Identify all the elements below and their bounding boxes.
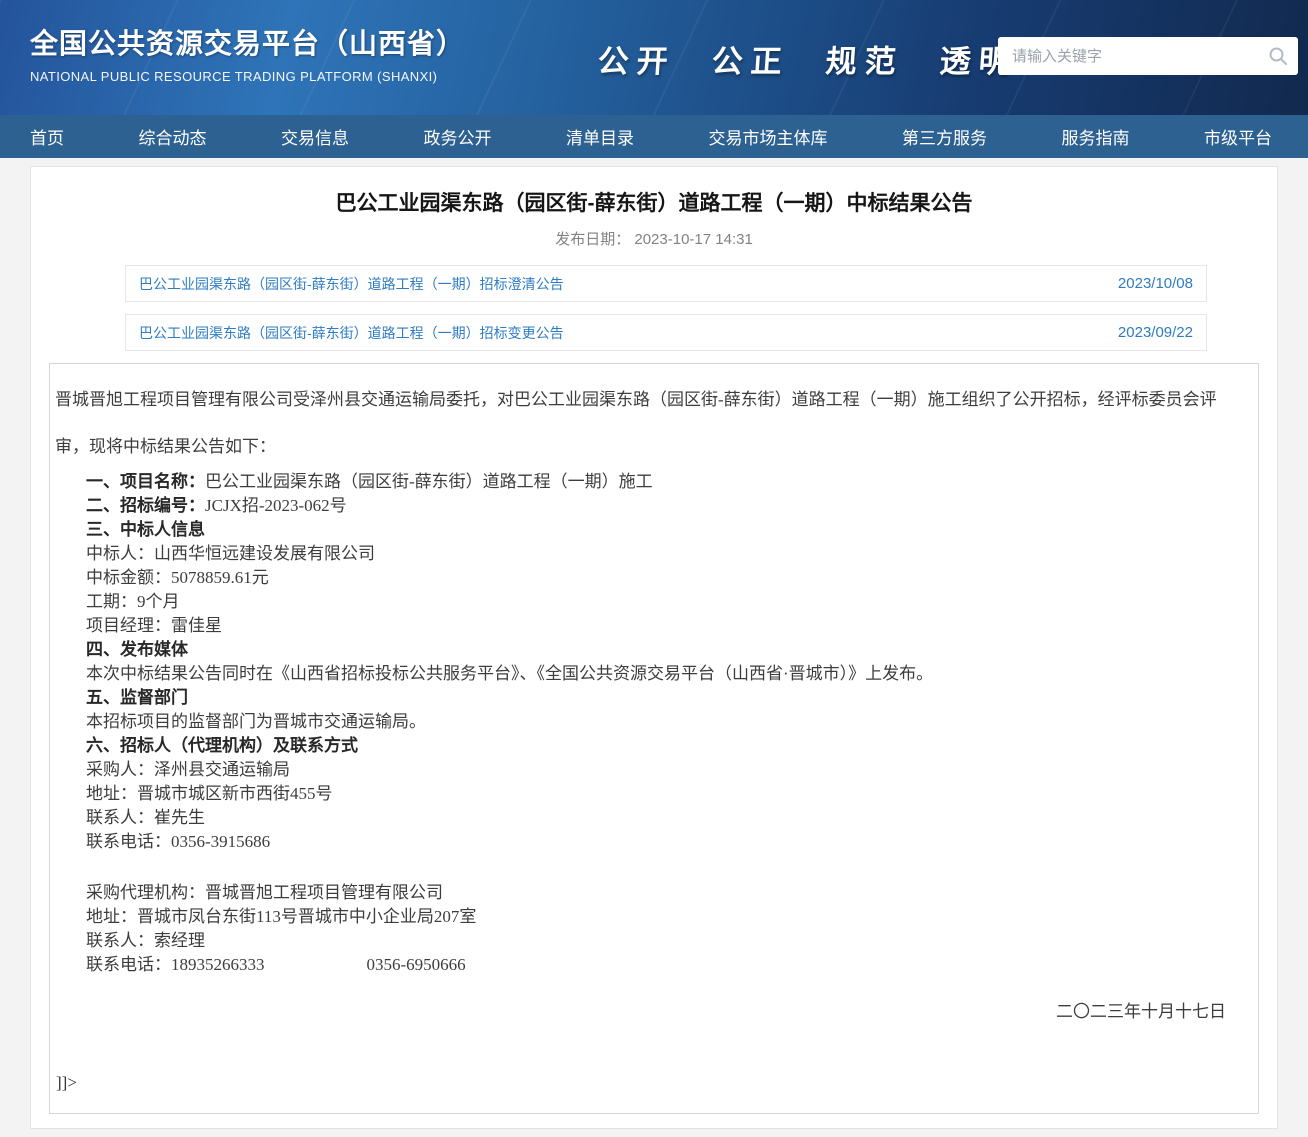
- slogan-word: 公正: [710, 36, 791, 81]
- site-header: 全国公共资源交易平台（山西省） NATIONAL PUBLIC RESOURCE…: [0, 0, 1308, 115]
- body-line: 项目经理：雷佳星: [54, 614, 1250, 638]
- body-lines: 一、项目名称：巴公工业园渠东路（园区街-薛东街）道路工程（一期）施工二、招标编号…: [54, 470, 1250, 977]
- body-line-text: 采购代理机构：晋城晋旭工程项目管理有限公司: [86, 883, 443, 902]
- body-line-text: 地址：晋城市凤台东街113号晋城市中小企业局207室: [86, 907, 476, 926]
- related-announcement-row: 巴公工业园渠东路（园区街-薛东街）道路工程（一期）招标变更公告 2023/09/2…: [125, 314, 1207, 351]
- body-line: 采购人：泽州县交通运输局: [54, 758, 1250, 782]
- body-line: 地址：晋城市城区新市西街455号: [54, 782, 1250, 806]
- nav-item-9[interactable]: 市级平台: [1204, 124, 1272, 149]
- body-line-text: 巴公工业园渠东路（园区街-薛东街）道路工程（一期）施工: [205, 472, 653, 491]
- search-icon[interactable]: [1268, 46, 1288, 66]
- body-line: 联系电话：0356-3915686: [54, 830, 1250, 854]
- body-line-text: 联系人：崔先生: [86, 808, 205, 827]
- body-line-text: 中标金额：5078859.61元: [86, 568, 269, 587]
- body-line: 工期：9个月: [54, 590, 1250, 614]
- search-input[interactable]: [1012, 48, 1268, 65]
- related-announcements: 巴公工业园渠东路（园区街-薛东街）道路工程（一期）招标澄清公告 2023/10/0…: [125, 265, 1207, 351]
- body-line-text: 本招标项目的监督部门为晋城市交通运输局。: [86, 712, 426, 731]
- nav-item-1[interactable]: 首页: [30, 124, 64, 149]
- body-line: 地址：晋城市凤台东街113号晋城市中小企业局207室: [54, 905, 1250, 929]
- publish-date-value: 2023-10-17 14:31: [634, 231, 752, 248]
- body-line-text: 联系人：索经理: [86, 931, 205, 950]
- body-line: 本次中标结果公告同时在《山西省招标投标公共服务平台》、《全国公共资源交易平台（山…: [54, 662, 1250, 686]
- body-line-text: 项目经理：雷佳星: [86, 616, 222, 635]
- body-line: 二、招标编号：JCJX招-2023-062号: [54, 494, 1250, 518]
- body-line: 中标金额：5078859.61元: [54, 566, 1250, 590]
- nav-item-4[interactable]: 政务公开: [424, 124, 492, 149]
- cdata-tail: ]]>: [54, 1070, 1250, 1095]
- related-announcement-link[interactable]: 巴公工业园渠东路（园区街-薛东街）道路工程（一期）招标变更公告: [139, 323, 564, 343]
- publish-date-label: 发布日期：: [555, 231, 630, 248]
- nav-item-8[interactable]: 服务指南: [1062, 124, 1130, 149]
- intro-paragraph: 晋城晋旭工程项目管理有限公司受泽州县交通运输局委托，对巴公工业园渠东路（园区街-…: [54, 376, 1250, 470]
- body-line-heading: 二、招标编号：: [86, 496, 205, 515]
- body-line-text: 联系电话：18935266333 0356-6950666: [86, 955, 466, 974]
- body-line: 联系电话：18935266333 0356-6950666: [54, 953, 1250, 977]
- nav-item-6[interactable]: 交易市场主体库: [709, 124, 828, 149]
- main-nav: 首页 综合动态 交易信息 政务公开 清单目录 交易市场主体库 第三方服务 服务指南 市级平台: [0, 115, 1308, 158]
- nav-item-7[interactable]: 第三方服务: [902, 124, 987, 149]
- body-line: 三、中标人信息: [54, 518, 1250, 542]
- related-announcement-link[interactable]: 巴公工业园渠东路（园区街-薛东街）道路工程（一期）招标澄清公告: [139, 274, 564, 294]
- body-line: 六、招标人（代理机构）及联系方式: [54, 734, 1250, 758]
- related-announcement-date: 2023/09/22: [1118, 324, 1193, 341]
- nav-item-3[interactable]: 交易信息: [281, 124, 349, 149]
- body-line-heading: 四、发布媒体: [86, 640, 188, 659]
- body-line: 采购代理机构：晋城晋旭工程项目管理有限公司: [54, 881, 1250, 905]
- sign-date: 二〇二三年十月十七日: [54, 999, 1250, 1024]
- body-line: 五、监督部门: [54, 686, 1250, 710]
- body-line-heading: 一、项目名称：: [86, 472, 205, 491]
- slogan-word: 公开: [596, 36, 677, 81]
- site-logo: 全国公共资源交易平台（山西省） NATIONAL PUBLIC RESOURCE…: [30, 22, 465, 84]
- nav-item-2[interactable]: 综合动态: [139, 124, 207, 149]
- body-line: 四、发布媒体: [54, 638, 1250, 662]
- page-body: 巴公工业园渠东路（园区街-薛东街）道路工程（一期）中标结果公告 发布日期： 20…: [0, 158, 1308, 1137]
- body-line-heading: 六、招标人（代理机构）及联系方式: [86, 736, 358, 755]
- site-subtitle: NATIONAL PUBLIC RESOURCE TRADING PLATFOR…: [30, 69, 465, 84]
- blank-line: [54, 854, 1250, 881]
- related-announcement-date: 2023/10/08: [1118, 275, 1193, 292]
- body-line: 中标人：山西华恒远建设发展有限公司: [54, 542, 1250, 566]
- body-line-heading: 三、中标人信息: [86, 520, 205, 539]
- body-line-text: 本次中标结果公告同时在《山西省招标投标公共服务平台》、《全国公共资源交易平台（山…: [86, 664, 933, 683]
- body-line-text: 地址：晋城市城区新市西街455号: [86, 784, 333, 803]
- page-title: 巴公工业园渠东路（园区街-薛东街）道路工程（一期）中标结果公告: [49, 187, 1259, 217]
- body-line: 一、项目名称：巴公工业园渠东路（园区街-薛东街）道路工程（一期）施工: [54, 470, 1250, 494]
- body-line-text: JCJX招-2023-062号: [205, 496, 347, 515]
- body-line-text: 中标人：山西华恒远建设发展有限公司: [86, 544, 375, 563]
- slogan-word: 规范: [824, 36, 905, 81]
- site-title: 全国公共资源交易平台（山西省）: [30, 22, 465, 62]
- body-line: 联系人：崔先生: [54, 806, 1250, 830]
- nav-item-5[interactable]: 清单目录: [566, 124, 634, 149]
- related-announcement-row: 巴公工业园渠东路（园区街-薛东街）道路工程（一期）招标澄清公告 2023/10/0…: [125, 265, 1207, 302]
- publish-date: 发布日期： 2023-10-17 14:31: [49, 228, 1259, 249]
- search-box[interactable]: [998, 37, 1298, 75]
- body-line-text: 联系电话：0356-3915686: [86, 832, 270, 851]
- header-slogans: 公开公正规范透明: [598, 36, 1018, 81]
- body-line-text: 工期：9个月: [86, 592, 180, 611]
- body-line: 本招标项目的监督部门为晋城市交通运输局。: [54, 710, 1250, 734]
- body-line-heading: 五、监督部门: [86, 688, 188, 707]
- body-line-text: 采购人：泽州县交通运输局: [86, 760, 290, 779]
- article-card: 巴公工业园渠东路（园区街-薛东街）道路工程（一期）中标结果公告 发布日期： 20…: [30, 166, 1278, 1129]
- body-line: 联系人：索经理: [54, 929, 1250, 953]
- announcement-body: 晋城晋旭工程项目管理有限公司受泽州县交通运输局委托，对巴公工业园渠东路（园区街-…: [49, 363, 1259, 1114]
